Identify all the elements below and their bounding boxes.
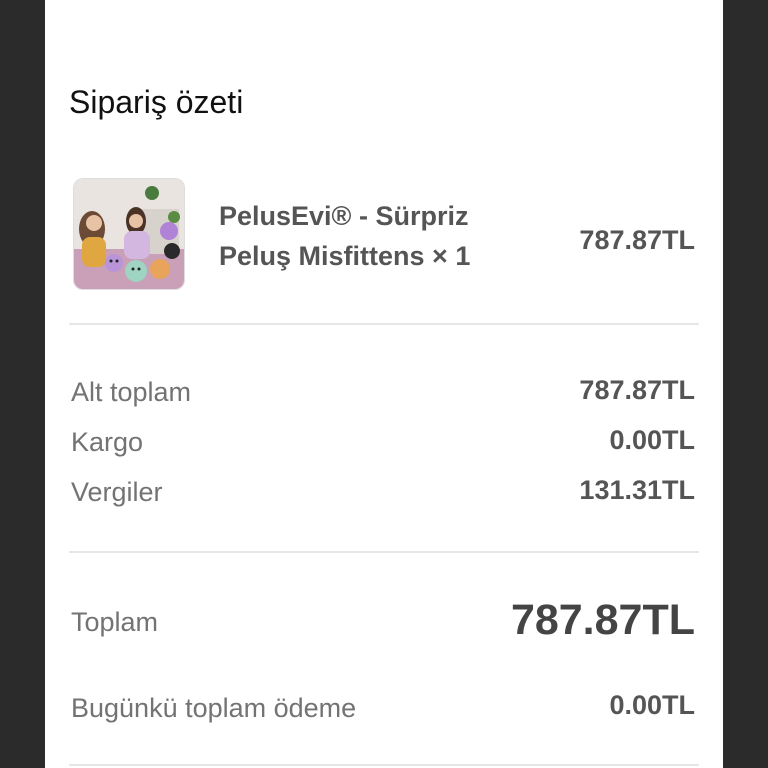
product-photo-icon — [74, 179, 184, 289]
order-summary-panel: Sipariş özeti PelusEvi® - Sürpriz Peluş … — [45, 0, 723, 768]
divider — [69, 551, 699, 553]
product-price: 787.87TL — [579, 225, 695, 255]
divider — [69, 323, 699, 325]
subtotal-value: 787.87TL — [579, 375, 695, 405]
shipping-label: Kargo — [71, 427, 144, 457]
total-value: 787.87TL — [510, 596, 695, 644]
today-payment-label: Bugünkü toplam ödeme — [71, 693, 357, 723]
taxes-value: 131.31TL — [579, 475, 695, 505]
subtotal-label: Alt toplam — [71, 377, 192, 407]
product-thumbnail[interactable] — [73, 178, 185, 290]
today-payment-value: 0.00TL — [609, 690, 695, 720]
divider — [69, 764, 699, 766]
order-summary-title: Sipariş özeti — [69, 84, 244, 120]
total-label: Toplam — [71, 607, 159, 637]
shipping-value: 0.00TL — [609, 425, 695, 455]
screen: Sipariş özeti PelusEvi® - Sürpriz Peluş … — [0, 0, 768, 768]
product-name: PelusEvi® - Sürpriz Peluş Misfittens × 1 — [219, 201, 471, 271]
taxes-label: Vergiler — [71, 477, 163, 507]
